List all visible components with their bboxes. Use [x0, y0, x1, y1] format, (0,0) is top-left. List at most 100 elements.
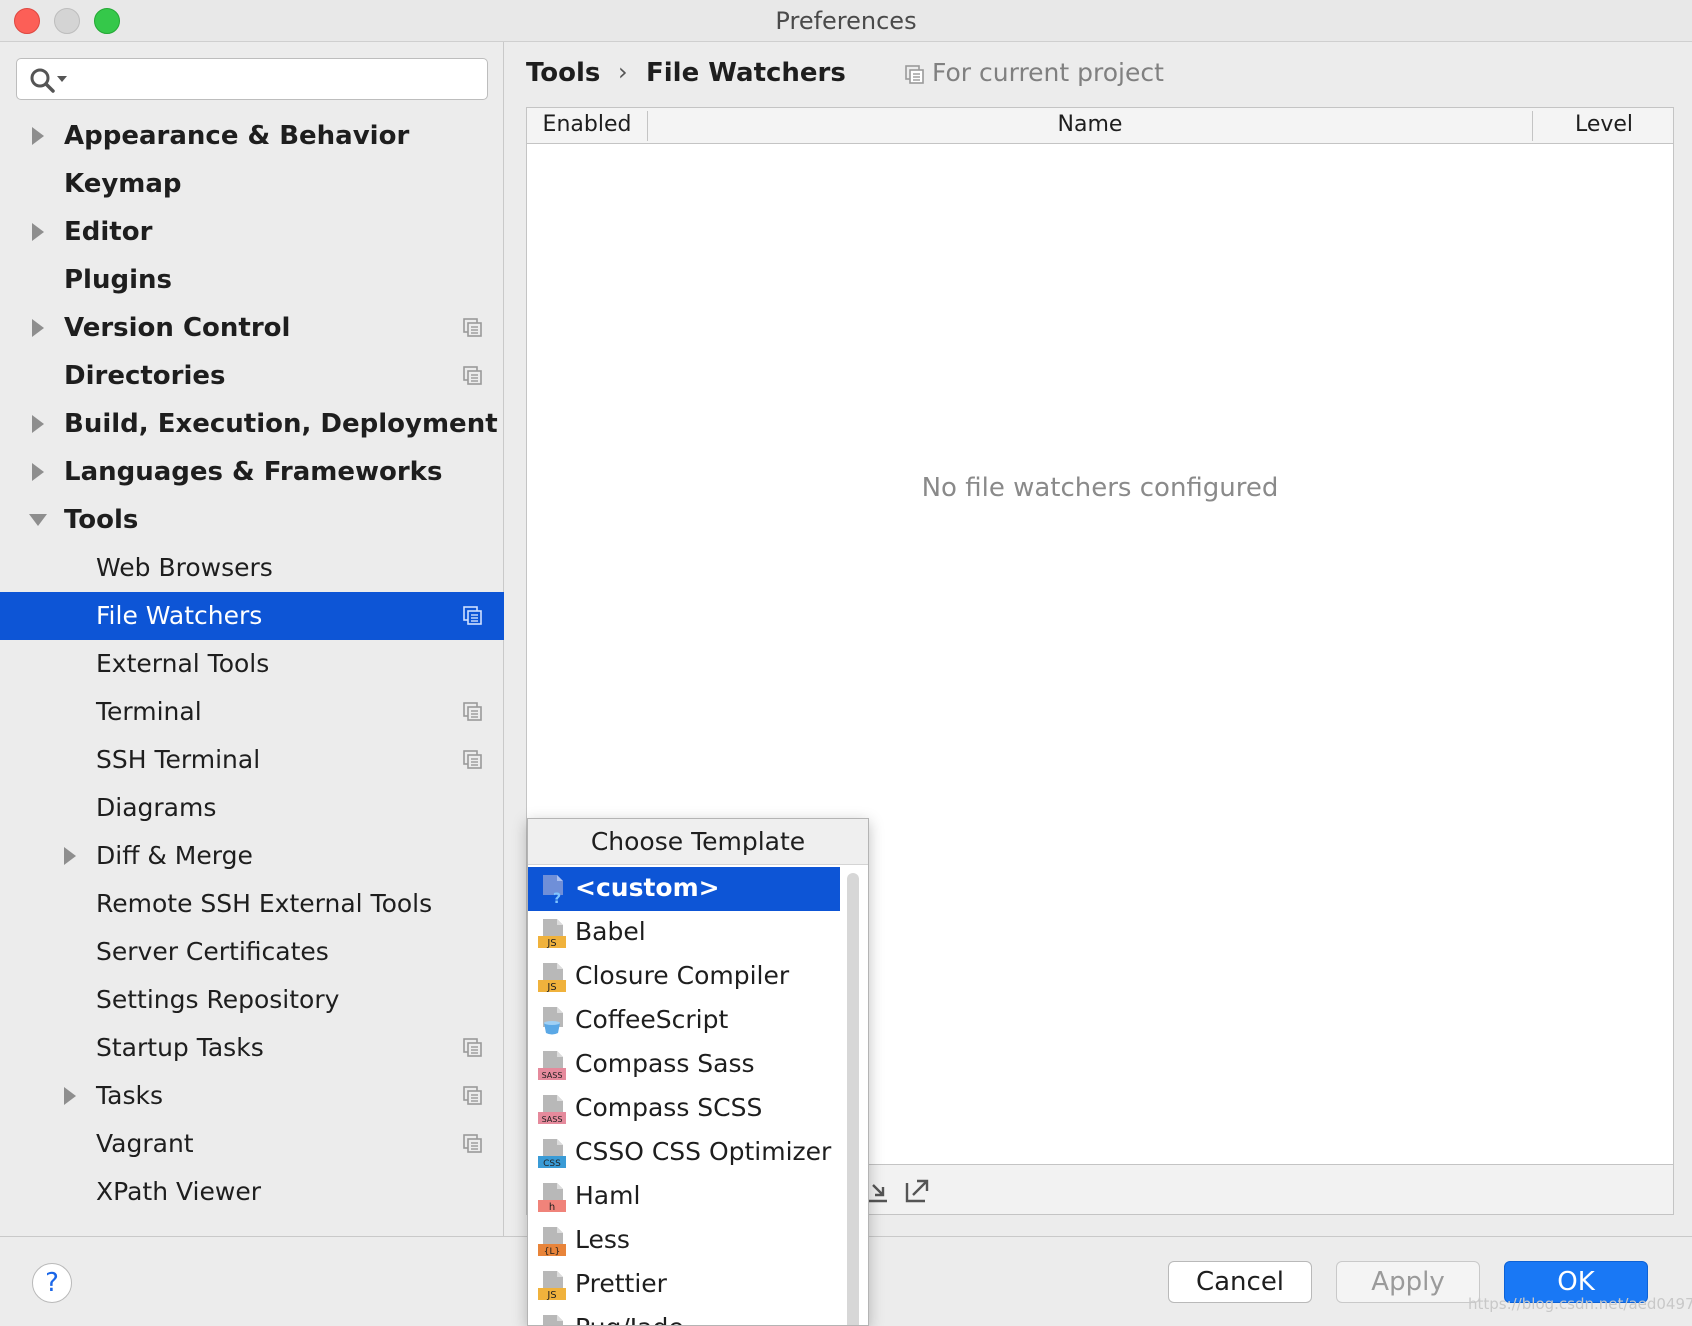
- template-item-label: Pug/Jade: [575, 1313, 684, 1325]
- template-item-closure-compiler[interactable]: JS Closure Compiler: [528, 955, 840, 999]
- export-icon[interactable]: [903, 1175, 933, 1205]
- triangle-right-icon[interactable]: [60, 1084, 80, 1108]
- template-item-prettier[interactable]: JS Prettier: [528, 1263, 840, 1307]
- template-item-csso-css-optimizer[interactable]: CSS CSSO CSS Optimizer: [528, 1131, 840, 1175]
- template-item-babel[interactable]: JS Babel: [528, 911, 840, 955]
- template-item-label: Haml: [575, 1181, 641, 1210]
- sidebar-item-tools[interactable]: Tools: [0, 496, 504, 544]
- breadcrumb-parent[interactable]: Tools: [526, 58, 600, 88]
- help-button[interactable]: ?: [32, 1263, 72, 1303]
- sidebar-item-vagrant[interactable]: Vagrant: [0, 1120, 504, 1168]
- less-file-icon: {L}: [538, 1227, 566, 1257]
- template-item-custom[interactable]: ? <custom>: [528, 867, 840, 911]
- sidebar-item-editor[interactable]: Editor: [0, 208, 504, 256]
- sidebar-item-label: External Tools: [96, 649, 270, 678]
- empty-table-message: No file watchers configured: [921, 473, 1279, 503]
- sidebar-item-directories[interactable]: Directories: [0, 352, 504, 400]
- column-enabled[interactable]: Enabled: [527, 112, 647, 137]
- sidebar-item-label: Vagrant: [96, 1129, 194, 1158]
- sidebar-item-label: Languages & Frameworks: [64, 457, 443, 487]
- js-file-icon: JS: [538, 1271, 566, 1301]
- search-icon[interactable]: [27, 65, 71, 95]
- sidebar-item-tasks[interactable]: Tasks: [0, 1072, 504, 1120]
- template-item-pug-jade[interactable]: Pug/Jade: [528, 1307, 840, 1325]
- svg-text:JS: JS: [546, 1290, 556, 1301]
- sidebar-item-appearance-behavior[interactable]: Appearance & Behavior: [0, 112, 504, 160]
- svg-text:JS: JS: [546, 982, 556, 993]
- sidebar-item-server-certificates[interactable]: Server Certificates: [0, 928, 504, 976]
- cancel-button[interactable]: Cancel: [1168, 1261, 1312, 1303]
- svg-text:{L}: {L}: [544, 1247, 560, 1257]
- breadcrumb-separator: ›: [618, 58, 628, 86]
- sidebar-item-diagrams[interactable]: Diagrams: [0, 784, 504, 832]
- template-item-less[interactable]: {L} Less: [528, 1219, 840, 1263]
- custom-file-icon: ?: [543, 875, 563, 905]
- sidebar-item-label: Server Certificates: [96, 937, 329, 966]
- template-item-compass-sass[interactable]: SASS Compass Sass: [528, 1043, 840, 1087]
- sidebar-item-external-tools[interactable]: External Tools: [0, 640, 504, 688]
- sidebar-item-label: Directories: [64, 361, 226, 391]
- sass-file-icon: SASS: [538, 1051, 566, 1080]
- sidebar-item-label: File Watchers: [96, 601, 263, 630]
- title-bar: Preferences: [0, 0, 1692, 42]
- sidebar-item-ssh-terminal[interactable]: SSH Terminal: [0, 736, 504, 784]
- triangle-right-icon[interactable]: [28, 124, 48, 148]
- project-scope-icon: [463, 702, 482, 721]
- table-header: Enabled Name Level: [527, 108, 1673, 144]
- sidebar-item-remote-ssh-external-tools[interactable]: Remote SSH External Tools: [0, 880, 504, 928]
- sidebar-item-languages-frameworks[interactable]: Languages & Frameworks: [0, 448, 504, 496]
- js-file-icon: JS: [538, 963, 566, 993]
- sidebar-item-xpath-viewer[interactable]: XPath Viewer: [0, 1168, 504, 1216]
- template-item-coffeescript[interactable]: CoffeeScript: [528, 999, 840, 1043]
- search-input[interactable]: [77, 63, 477, 95]
- sidebar-item-file-watchers[interactable]: File Watchers: [0, 592, 504, 640]
- triangle-right-icon[interactable]: [28, 412, 48, 436]
- settings-search[interactable]: [16, 58, 488, 100]
- template-item-label: Closure Compiler: [575, 961, 790, 990]
- apply-button[interactable]: Apply: [1336, 1261, 1480, 1303]
- sidebar-item-label: Tools: [64, 505, 139, 535]
- sidebar-item-label: Remote SSH External Tools: [96, 889, 433, 918]
- template-item-haml[interactable]: h Haml: [528, 1175, 840, 1219]
- settings-sidebar: Appearance & Behavior Keymap Editor Plugins…: [0, 42, 504, 1236]
- sidebar-item-keymap[interactable]: Keymap: [0, 160, 504, 208]
- template-item-label: <custom>: [575, 873, 720, 902]
- sidebar-item-build-execution-deployment[interactable]: Build, Execution, Deployment: [0, 400, 504, 448]
- template-item-label: Compass SCSS: [575, 1093, 763, 1122]
- coffee-file-icon: [543, 1007, 563, 1035]
- popup-scrollbar[interactable]: [847, 873, 859, 1325]
- sidebar-item-diff-merge[interactable]: Diff & Merge: [0, 832, 504, 880]
- sidebar-item-settings-repository[interactable]: Settings Repository: [0, 976, 504, 1024]
- column-level[interactable]: Level: [1533, 112, 1675, 137]
- sidebar-item-label: Diagrams: [96, 793, 217, 822]
- column-name[interactable]: Name: [648, 112, 1532, 137]
- project-scope-icon: [463, 1038, 482, 1057]
- template-item-compass-scss[interactable]: SASS Compass SCSS: [528, 1087, 840, 1131]
- sidebar-item-label: Keymap: [64, 169, 182, 199]
- watermark: https://blog.csdn.net/aed04971: [1468, 1295, 1692, 1313]
- sidebar-item-label: Startup Tasks: [96, 1033, 264, 1062]
- triangle-down-icon[interactable]: [28, 508, 48, 532]
- triangle-right-icon[interactable]: [28, 460, 48, 484]
- project-scope-icon: [463, 606, 482, 625]
- svg-text:SASS: SASS: [542, 1071, 563, 1080]
- triangle-right-icon[interactable]: [28, 220, 48, 244]
- haml-file-icon: h: [538, 1183, 566, 1213]
- triangle-right-icon[interactable]: [60, 844, 80, 868]
- sidebar-item-label: Appearance & Behavior: [64, 121, 410, 151]
- sidebar-item-terminal[interactable]: Terminal: [0, 688, 504, 736]
- js-file-icon: JS: [538, 919, 566, 949]
- sidebar-item-web-browsers[interactable]: Web Browsers: [0, 544, 504, 592]
- sidebar-item-version-control[interactable]: Version Control: [0, 304, 504, 352]
- sidebar-item-plugins[interactable]: Plugins: [0, 256, 504, 304]
- sidebar-item-label: Settings Repository: [96, 985, 340, 1014]
- sidebar-item-label: Diff & Merge: [96, 841, 253, 870]
- template-item-label: Less: [575, 1225, 630, 1254]
- project-scope-icon: [463, 366, 482, 385]
- svg-text:CSS: CSS: [543, 1159, 561, 1169]
- css-file-icon: CSS: [538, 1139, 566, 1169]
- triangle-right-icon[interactable]: [28, 316, 48, 340]
- svg-text:SASS: SASS: [542, 1115, 563, 1124]
- template-item-label: Babel: [575, 917, 646, 946]
- sidebar-item-startup-tasks[interactable]: Startup Tasks: [0, 1024, 504, 1072]
